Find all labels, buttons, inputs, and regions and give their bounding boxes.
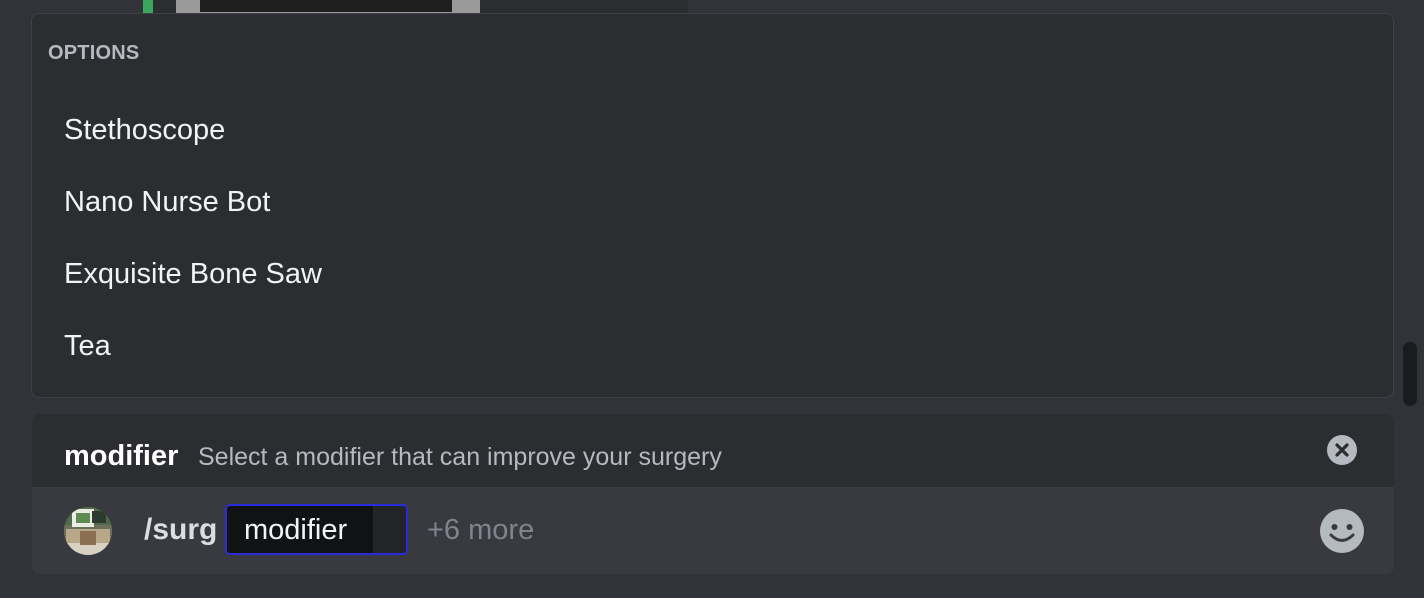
command-input-row[interactable]: /surg modifier +6 more bbox=[32, 487, 1394, 574]
discord-chat-view: OPTIONS Stethoscope Nano Nurse Bot Exqui… bbox=[0, 0, 1424, 598]
bot-avatar bbox=[64, 507, 112, 555]
slash-command-composer: modifier Select a modifier that can impr… bbox=[32, 414, 1394, 574]
message-image-content bbox=[200, 0, 452, 12]
more-options-count[interactable]: +6 more bbox=[427, 514, 534, 547]
smiley-face-icon[interactable] bbox=[1319, 508, 1365, 554]
option-description: Select a modifier that can improve your … bbox=[198, 443, 722, 471]
options-header: OPTIONS bbox=[48, 42, 140, 64]
option-item-exquisite-bone-saw[interactable]: Exquisite Bone Saw bbox=[64, 258, 322, 291]
option-item-stethoscope[interactable]: Stethoscope bbox=[64, 114, 225, 147]
option-value-input[interactable] bbox=[373, 506, 406, 553]
option-item-nano-nurse-bot[interactable]: Nano Nurse Bot bbox=[64, 186, 270, 219]
option-chip-label-text: modifier bbox=[244, 514, 348, 546]
option-item-tea[interactable]: Tea bbox=[64, 330, 111, 363]
close-icon[interactable] bbox=[1327, 435, 1357, 465]
active-option-chip[interactable]: modifier bbox=[225, 504, 408, 555]
command-option-info: modifier Select a modifier that can impr… bbox=[32, 414, 1394, 487]
option-chip-label: modifier bbox=[227, 506, 373, 553]
chat-scrollbar[interactable] bbox=[1403, 342, 1417, 406]
option-name: modifier bbox=[64, 440, 179, 472]
message-accent-bar bbox=[143, 0, 153, 14]
slash-command-name: /surg bbox=[144, 513, 218, 546]
options-autocomplete-panel: OPTIONS Stethoscope Nano Nurse Bot Exqui… bbox=[31, 13, 1394, 398]
